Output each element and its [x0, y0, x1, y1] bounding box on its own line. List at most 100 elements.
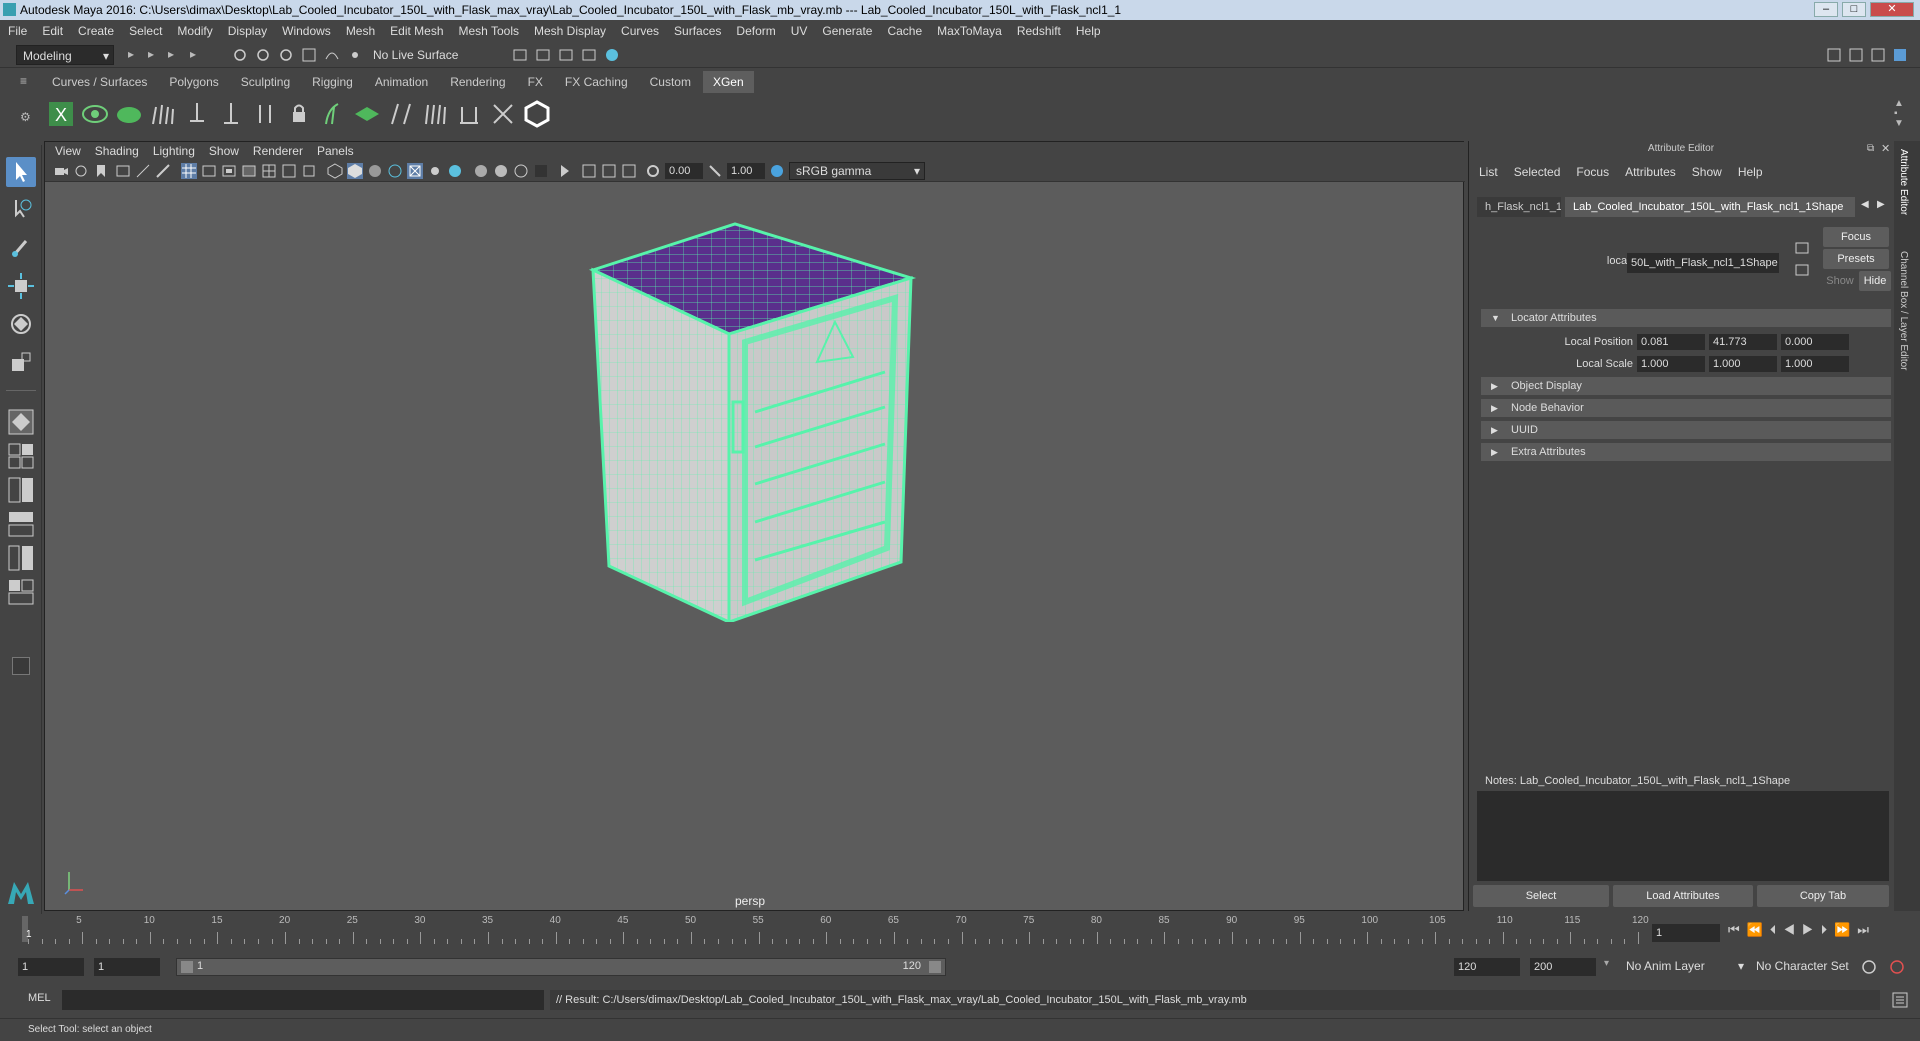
- side-by-side-layout-icon[interactable]: [6, 475, 36, 505]
- viewport-menu-lighting[interactable]: Lighting: [153, 144, 195, 158]
- attr-menu-selected[interactable]: Selected: [1514, 165, 1561, 179]
- film-gate-icon[interactable]: [201, 163, 217, 179]
- shelf-tab-fx[interactable]: FX: [518, 71, 553, 93]
- snap-curve-icon[interactable]: [324, 47, 340, 63]
- anti-aliasing-icon[interactable]: [513, 163, 529, 179]
- command-language-label[interactable]: MEL: [28, 992, 51, 1004]
- shelf-tab-custom[interactable]: Custom: [640, 71, 701, 93]
- bookmark-icon[interactable]: [93, 163, 109, 179]
- attr-menu-attributes[interactable]: Attributes: [1625, 165, 1676, 179]
- maximize-button[interactable]: □: [1842, 2, 1866, 17]
- snap-point-icon[interactable]: [347, 47, 363, 63]
- shelf-tab-fx-caching[interactable]: FX Caching: [555, 71, 638, 93]
- select-node-icon[interactable]: [1795, 241, 1811, 255]
- chevron-down-icon[interactable]: ▾: [1604, 958, 1609, 969]
- scale-tool-icon[interactable]: [6, 347, 36, 377]
- lasso-tool-icon[interactable]: [6, 195, 36, 225]
- step-forward-icon[interactable]: ⏵: [1821, 922, 1835, 937]
- layout-add-icon[interactable]: [12, 657, 30, 675]
- safe-title-icon[interactable]: [301, 163, 317, 179]
- two-d-pan-icon[interactable]: [135, 163, 151, 179]
- xgen-bend-icon[interactable]: [318, 99, 348, 129]
- attr-menu-focus[interactable]: Focus: [1576, 165, 1609, 179]
- step-back-key-icon[interactable]: ⏪: [1747, 922, 1770, 937]
- menu-uv[interactable]: UV: [791, 24, 808, 38]
- section-extra-attributes[interactable]: ▶ Extra Attributes: [1481, 443, 1891, 461]
- mode-dropdown[interactable]: Modeling ▾: [16, 45, 114, 65]
- open-scene-icon[interactable]: ▸: [148, 47, 164, 63]
- ipr-render-icon[interactable]: [535, 47, 551, 63]
- go-to-output-icon[interactable]: [1795, 263, 1811, 277]
- safe-action-icon[interactable]: [281, 163, 297, 179]
- grid-icon[interactable]: [181, 163, 197, 179]
- tab-next-icon[interactable]: ▶: [1877, 199, 1885, 210]
- script-editor-icon[interactable]: [1892, 992, 1908, 1008]
- tab-prev-icon[interactable]: ◀: [1861, 199, 1869, 210]
- presets-button[interactable]: Presets: [1823, 249, 1889, 269]
- xgen-length-icon[interactable]: [250, 99, 280, 129]
- shelf-options-icon[interactable]: ⚙: [20, 110, 31, 124]
- shelf-tab-xgen[interactable]: XGen: [702, 71, 754, 93]
- field-chart-icon[interactable]: [261, 163, 277, 179]
- color-space-dropdown[interactable]: sRGB gamma ▾: [789, 162, 925, 180]
- render-settings-icon[interactable]: [558, 47, 574, 63]
- menu-mesh[interactable]: Mesh: [346, 24, 375, 38]
- shelf-tab-curves-surfaces[interactable]: Curves / Surfaces: [42, 71, 157, 93]
- shelf-scroll-icon[interactable]: ▲ ▪ ▼: [1894, 99, 1904, 129]
- node-tab-shape[interactable]: Lab_Cooled_Incubator_150L_with_Flask_ncl…: [1565, 197, 1855, 217]
- current-frame-field[interactable]: 1: [1652, 924, 1720, 942]
- menu-edit-mesh[interactable]: Edit Mesh: [390, 24, 443, 38]
- node-tab-transform[interactable]: h_Flask_ncl1_1: [1477, 197, 1561, 217]
- menu-generate[interactable]: Generate: [822, 24, 872, 38]
- lights-icon[interactable]: [427, 163, 443, 179]
- menu-redshift[interactable]: Redshift: [1017, 24, 1061, 38]
- select-component-icon[interactable]: [278, 47, 294, 63]
- camera-attributes-icon[interactable]: [73, 163, 89, 179]
- copy-tab-button[interactable]: Copy Tab: [1757, 885, 1889, 907]
- move-tool-icon[interactable]: [6, 271, 36, 301]
- xgen-cut-icon[interactable]: [454, 99, 484, 129]
- incubator-model[interactable]: [585, 222, 945, 622]
- select-button[interactable]: Select: [1473, 885, 1609, 907]
- color-management-icon[interactable]: [769, 163, 785, 179]
- menu-maxtomaya[interactable]: MaxToMaya: [937, 24, 1002, 38]
- graph-editor-layout-icon[interactable]: [6, 543, 36, 573]
- xgen-delete-icon[interactable]: [488, 99, 518, 129]
- xgen-description-icon[interactable]: [114, 99, 144, 129]
- anim-prefs-icon[interactable]: [1888, 958, 1906, 976]
- anim-layer-dropdown[interactable]: No Anim Layer ▾: [1620, 958, 1744, 976]
- viewport-panel[interactable]: View Shading Lighting Show Renderer Panels 0.…: [44, 141, 1465, 911]
- shelf-tab-animation[interactable]: Animation: [365, 71, 438, 93]
- save-scene-icon[interactable]: ▸: [168, 47, 184, 63]
- range-start-handle[interactable]: [181, 961, 193, 973]
- depth-of-field-icon[interactable]: [533, 163, 549, 179]
- section-node-behavior[interactable]: ▶ Node Behavior: [1481, 399, 1891, 417]
- shelf-tab-sculpting[interactable]: Sculpting: [231, 71, 300, 93]
- locator-name-field[interactable]: 50L_with_Flask_ncl1_1Shape: [1627, 253, 1779, 273]
- xgen-add-guide-icon[interactable]: [182, 99, 212, 129]
- four-view-layout-icon[interactable]: [6, 441, 36, 471]
- range-end-handle[interactable]: [929, 961, 941, 973]
- ambient-occlusion-icon[interactable]: [473, 163, 489, 179]
- image-plane-icon[interactable]: [115, 163, 131, 179]
- smooth-shade-icon[interactable]: [347, 163, 363, 179]
- float-panel-icon[interactable]: ⧉: [1867, 143, 1874, 154]
- attr-menu-show[interactable]: Show: [1692, 165, 1722, 179]
- menu-file[interactable]: File: [8, 24, 27, 38]
- shelf-tab-polygons[interactable]: Polygons: [159, 71, 228, 93]
- attr-menu-help[interactable]: Help: [1738, 165, 1763, 179]
- start-time-field[interactable]: 1: [18, 958, 84, 976]
- gamma-field[interactable]: 1.00: [727, 163, 765, 179]
- xray-components-icon[interactable]: [601, 163, 617, 179]
- render-frame-icon[interactable]: [512, 47, 528, 63]
- menu-help[interactable]: Help: [1076, 24, 1101, 38]
- section-locator-attributes[interactable]: ▼ Locator Attributes: [1481, 309, 1891, 327]
- menu-cache[interactable]: Cache: [887, 24, 922, 38]
- paint-select-tool-icon[interactable]: [6, 233, 36, 263]
- local-position-y-field[interactable]: 41.773: [1709, 334, 1777, 350]
- menu-create[interactable]: Create: [78, 24, 114, 38]
- menu-display[interactable]: Display: [228, 24, 267, 38]
- section-uuid[interactable]: ▶ UUID: [1481, 421, 1891, 439]
- select-tool-icon[interactable]: [6, 157, 36, 187]
- shelf-tab-rigging[interactable]: Rigging: [302, 71, 363, 93]
